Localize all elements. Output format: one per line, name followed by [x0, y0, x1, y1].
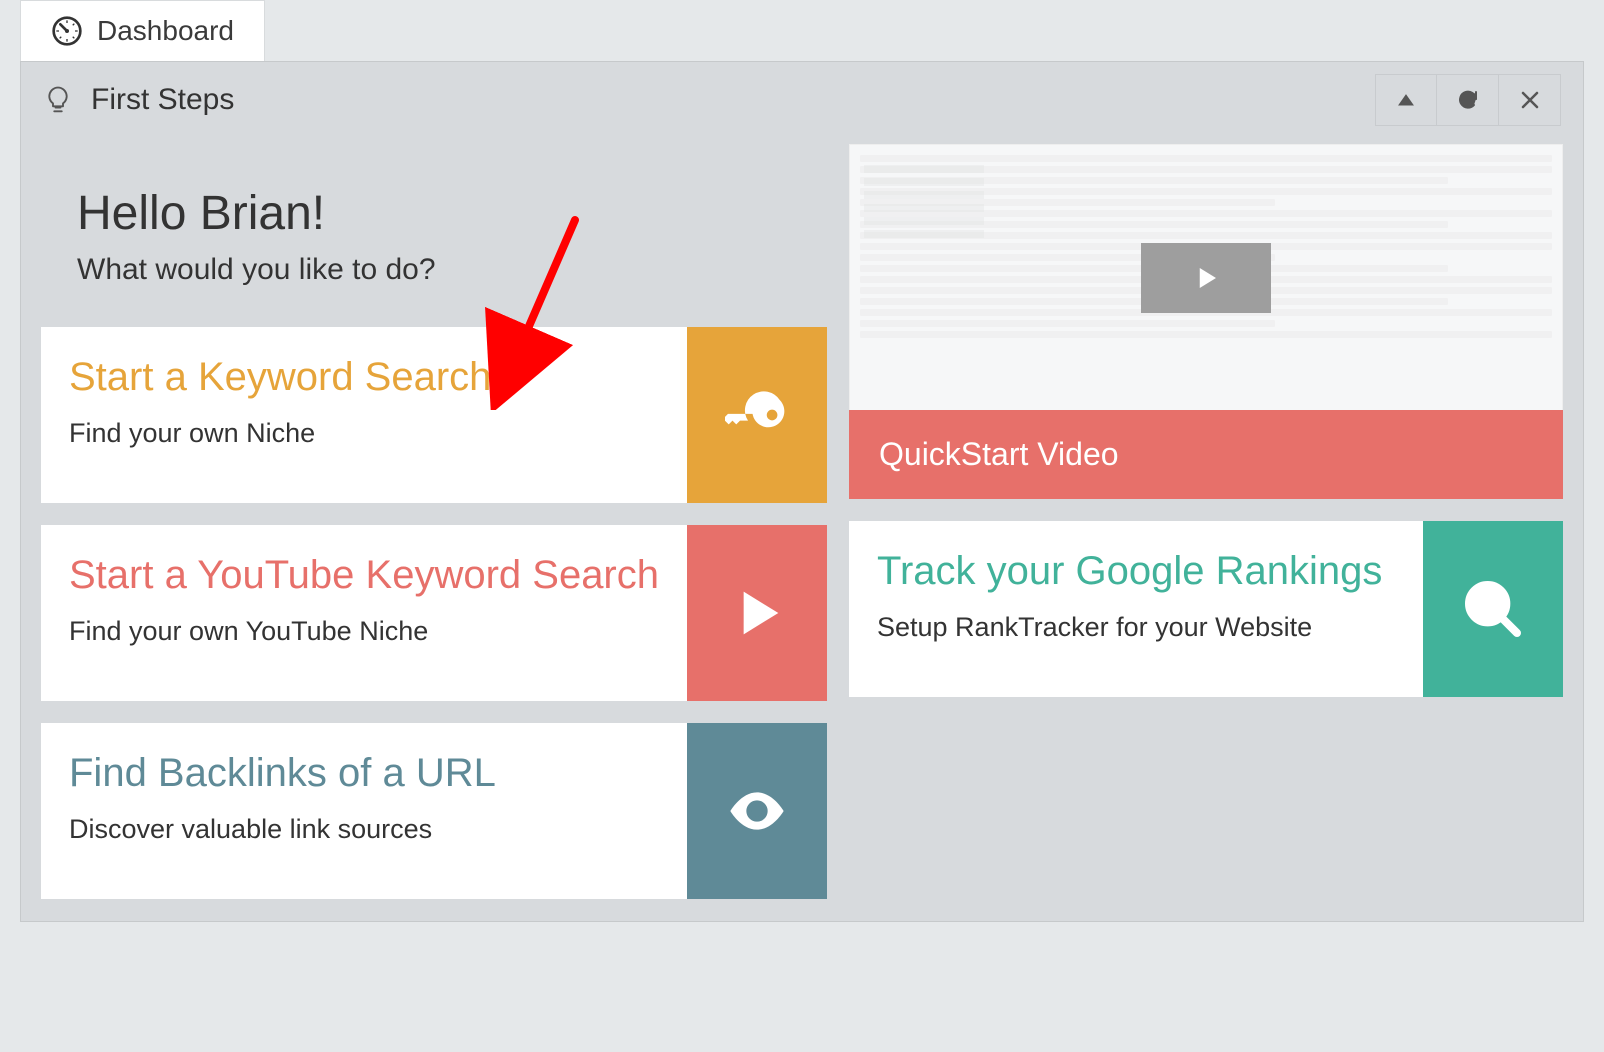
card-icon-box [687, 327, 827, 503]
video-thumbnail [849, 144, 1563, 410]
video-play-button[interactable] [1141, 243, 1271, 313]
panel-header: First Steps [21, 62, 1583, 138]
panel-title: First Steps [91, 83, 234, 117]
close-icon [1518, 88, 1542, 112]
collapse-button[interactable] [1375, 74, 1437, 126]
refresh-button[interactable] [1437, 74, 1499, 126]
card-subtitle: Setup RankTracker for your Website [877, 612, 1395, 643]
card-title: Start a YouTube Keyword Search [69, 553, 659, 598]
card-subtitle: Find your own YouTube Niche [69, 616, 659, 647]
eye-icon [725, 779, 789, 843]
card-youtube-keyword[interactable]: Start a YouTube Keyword Search Find your… [41, 525, 827, 701]
col-left: Hello Brian! What would you like to do? … [41, 138, 827, 899]
card-subtitle: Find your own Niche [69, 418, 659, 449]
card-track-rankings[interactable]: Track your Google Rankings Setup RankTra… [849, 521, 1563, 697]
card-subtitle: Discover valuable link sources [69, 814, 659, 845]
card-icon-box [687, 723, 827, 899]
triangle-up-icon [1394, 88, 1418, 112]
card-quickstart-video[interactable]: QuickStart Video [849, 144, 1563, 499]
close-button[interactable] [1499, 74, 1561, 126]
tab-dashboard[interactable]: Dashboard [20, 0, 265, 61]
panel-header-actions [1375, 74, 1561, 126]
search-icon [1461, 577, 1525, 641]
first-steps-panel: First Steps [20, 61, 1584, 922]
card-title: Start a Keyword Search [69, 355, 659, 400]
play-icon [1191, 263, 1221, 293]
card-title: Find Backlinks of a URL [69, 751, 659, 796]
video-label: QuickStart Video [849, 410, 1563, 499]
tab-label: Dashboard [97, 15, 234, 47]
card-icon-box [1423, 521, 1563, 697]
greeting-hello: Hello Brian! [77, 186, 791, 241]
refresh-icon [1456, 88, 1480, 112]
tab-bar: Dashboard [20, 0, 1584, 61]
gauge-icon [51, 15, 83, 47]
col-right: QuickStart Video Track your Google Ranki… [849, 138, 1563, 899]
panel-body: Hello Brian! What would you like to do? … [21, 138, 1583, 921]
greeting-sub: What would you like to do? [77, 253, 791, 287]
key-icon [725, 383, 789, 447]
greeting-block: Hello Brian! What would you like to do? [41, 138, 827, 305]
card-title: Track your Google Rankings [877, 549, 1395, 594]
card-icon-box [687, 525, 827, 701]
card-find-backlinks[interactable]: Find Backlinks of a URL Discover valuabl… [41, 723, 827, 899]
card-keyword-search[interactable]: Start a Keyword Search Find your own Nic… [41, 327, 827, 503]
lightbulb-icon [43, 85, 73, 115]
play-icon [725, 581, 789, 645]
